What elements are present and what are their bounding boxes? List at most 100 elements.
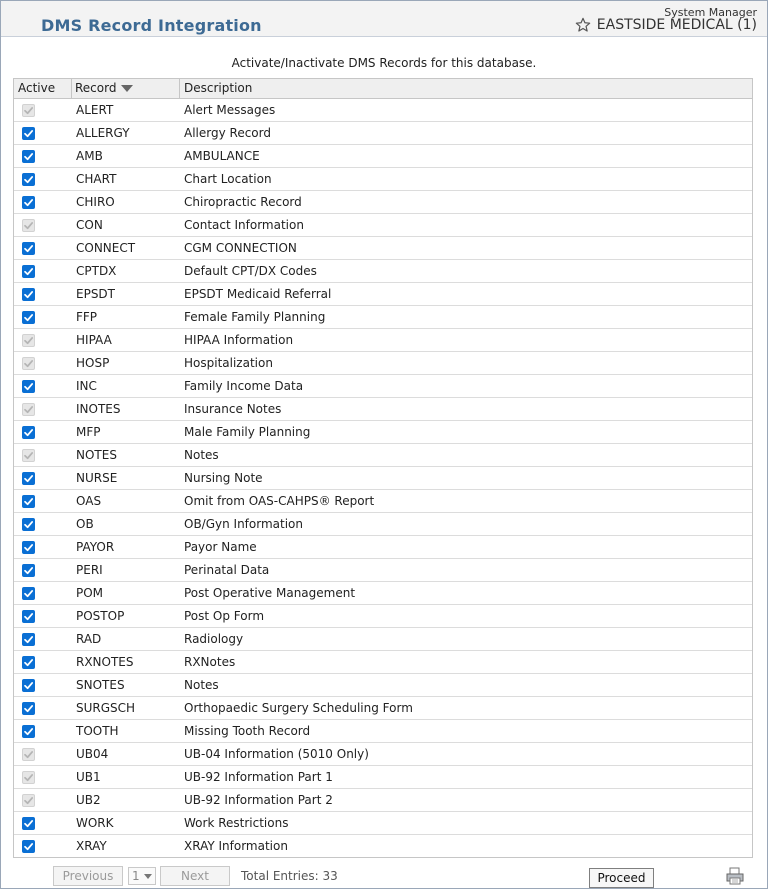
- checkmark-icon: [24, 267, 34, 275]
- table-row[interactable]: CON Contact Information: [14, 214, 752, 237]
- record-cell: ALLERGY: [76, 126, 130, 140]
- checkmark-icon: [24, 290, 34, 298]
- table-row[interactable]: OAS Omit from OAS-CAHPS® Report: [14, 490, 752, 513]
- active-checkbox[interactable]: [22, 425, 35, 439]
- table-row[interactable]: HIPAA HIPAA Information: [14, 329, 752, 352]
- table-row[interactable]: INOTES Insurance Notes: [14, 398, 752, 421]
- table-row[interactable]: EPSDT EPSDT Medicaid Referral: [14, 283, 752, 306]
- table-row[interactable]: WORK Work Restrictions: [14, 812, 752, 835]
- table-row[interactable]: CHART Chart Location: [14, 168, 752, 191]
- printer-icon[interactable]: [725, 866, 745, 886]
- active-checkbox[interactable]: [22, 264, 35, 278]
- active-cell: [14, 448, 72, 462]
- table-row[interactable]: OB OB/Gyn Information: [14, 513, 752, 536]
- active-checkbox[interactable]: [22, 540, 35, 554]
- table-row[interactable]: NOTES Notes: [14, 444, 752, 467]
- proceed-button[interactable]: Proceed: [589, 868, 654, 888]
- checkmark-icon: [24, 520, 34, 528]
- active-checkbox[interactable]: [22, 517, 35, 531]
- active-checkbox[interactable]: [22, 241, 35, 255]
- table-row[interactable]: PAYOR Payor Name: [14, 536, 752, 559]
- active-checkbox[interactable]: [22, 701, 35, 715]
- active-checkbox[interactable]: [22, 816, 35, 830]
- table-row[interactable]: MFP Male Family Planning: [14, 421, 752, 444]
- table-row[interactable]: CONNECT CGM CONNECTION: [14, 237, 752, 260]
- table-row[interactable]: UB04 UB-04 Information (5010 Only): [14, 743, 752, 766]
- instructions-text: Activate/Inactivate DMS Records for this…: [231, 56, 537, 70]
- table-row[interactable]: POSTOP Post Op Form: [14, 605, 752, 628]
- active-checkbox[interactable]: [22, 563, 35, 577]
- active-checkbox[interactable]: [22, 494, 35, 508]
- active-checkbox[interactable]: [22, 126, 35, 140]
- active-checkbox[interactable]: [22, 172, 35, 186]
- active-cell: [14, 816, 72, 830]
- checkmark-icon: [24, 819, 34, 827]
- active-checkbox[interactable]: [22, 287, 35, 301]
- record-cell: HIPAA: [76, 333, 112, 347]
- column-header-record[interactable]: Record: [72, 79, 180, 98]
- star-icon[interactable]: [575, 17, 591, 33]
- active-checkbox[interactable]: [22, 655, 35, 669]
- description-cell: Allergy Record: [184, 126, 271, 140]
- table-row[interactable]: CPTDX Default CPT/DX Codes: [14, 260, 752, 283]
- table-row[interactable]: XRAY XRAY Information: [14, 835, 752, 857]
- next-button[interactable]: Next: [160, 866, 230, 886]
- table-row[interactable]: SURGSCH Orthopaedic Surgery Scheduling Fo…: [14, 697, 752, 720]
- active-checkbox[interactable]: [22, 609, 35, 623]
- active-checkbox: [22, 333, 35, 347]
- checkmark-icon: [24, 175, 34, 183]
- active-checkbox[interactable]: [22, 839, 35, 853]
- practice-selector[interactable]: EASTSIDE MEDICAL (1): [575, 17, 757, 33]
- table-row[interactable]: AMB AMBULANCE: [14, 145, 752, 168]
- active-checkbox[interactable]: [22, 724, 35, 738]
- table-row[interactable]: INC Family Income Data: [14, 375, 752, 398]
- table-row[interactable]: RXNOTES RXNotes: [14, 651, 752, 674]
- active-checkbox[interactable]: [22, 632, 35, 646]
- record-cell: FFP: [76, 310, 98, 324]
- active-checkbox[interactable]: [22, 678, 35, 692]
- checkmark-icon: [24, 451, 34, 459]
- table-row[interactable]: UB1 UB-92 Information Part 1: [14, 766, 752, 789]
- description-cell: Contact Information: [184, 218, 304, 232]
- checkmark-icon: [24, 497, 34, 505]
- table-row[interactable]: SNOTES Notes: [14, 674, 752, 697]
- description-cell: Orthopaedic Surgery Scheduling Form: [184, 701, 413, 715]
- active-checkbox[interactable]: [22, 379, 35, 393]
- table-row[interactable]: NURSE Nursing Note: [14, 467, 752, 490]
- active-checkbox[interactable]: [22, 195, 35, 209]
- table-row[interactable]: ALLERGY Allergy Record: [14, 122, 752, 145]
- table-row[interactable]: HOSP Hospitalization: [14, 352, 752, 375]
- checkmark-icon: [24, 589, 34, 597]
- active-cell: [14, 402, 72, 416]
- active-cell: [14, 103, 72, 117]
- record-cell: RAD: [76, 632, 102, 646]
- record-cell: POSTOP: [76, 609, 125, 623]
- previous-button[interactable]: Previous: [53, 866, 123, 886]
- active-checkbox[interactable]: [22, 149, 35, 163]
- active-checkbox[interactable]: [22, 586, 35, 600]
- table-row[interactable]: ALERT Alert Messages: [14, 99, 752, 122]
- table-row[interactable]: RAD Radiology: [14, 628, 752, 651]
- record-cell: PAYOR: [76, 540, 115, 554]
- table-row[interactable]: FFP Female Family Planning: [14, 306, 752, 329]
- page-select[interactable]: 1: [128, 867, 156, 885]
- table-row[interactable]: PERI Perinatal Data: [14, 559, 752, 582]
- description-cell: EPSDT Medicaid Referral: [184, 287, 332, 301]
- active-cell: [14, 517, 72, 531]
- description-cell: Nursing Note: [184, 471, 263, 485]
- active-checkbox[interactable]: [22, 310, 35, 324]
- column-header-active[interactable]: Active: [14, 79, 72, 98]
- active-checkbox[interactable]: [22, 471, 35, 485]
- active-cell: [14, 494, 72, 508]
- table-row[interactable]: UB2 UB-92 Information Part 2: [14, 789, 752, 812]
- checkmark-icon: [24, 681, 34, 689]
- table-row[interactable]: CHIRO Chiropractic Record: [14, 191, 752, 214]
- checkmark-icon: [24, 221, 34, 229]
- table-row[interactable]: TOOTH Missing Tooth Record: [14, 720, 752, 743]
- table-row[interactable]: POM Post Operative Management: [14, 582, 752, 605]
- column-header-description[interactable]: Description: [180, 79, 752, 98]
- page-select-value: 1: [132, 869, 140, 883]
- record-cell: SNOTES: [76, 678, 125, 692]
- active-cell: [14, 724, 72, 738]
- active-cell: [14, 793, 72, 807]
